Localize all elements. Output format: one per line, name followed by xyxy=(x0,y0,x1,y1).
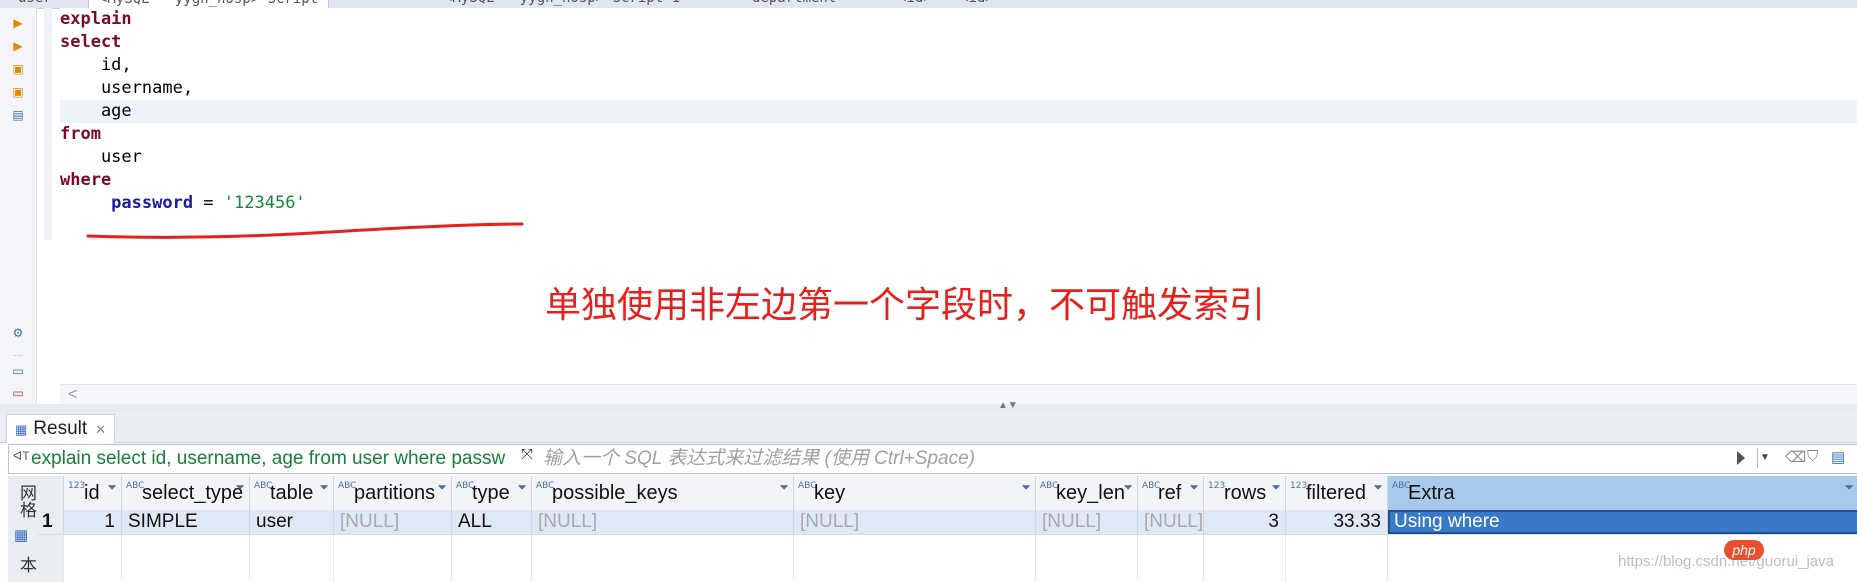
column-filter-icon[interactable]: ⏷ xyxy=(1844,480,1854,495)
column-filter-icon[interactable]: ⏷ xyxy=(1123,480,1133,495)
panel-splitter[interactable]: ▲▼ xyxy=(0,400,1857,412)
table-cell-select-type[interactable]: SIMPLE xyxy=(122,510,250,534)
row-number-header[interactable] xyxy=(38,476,64,510)
column-header-key-len[interactable]: ABC key_len ⏷ xyxy=(1036,476,1138,510)
result-grid[interactable]: 123 id ⏷ ABC select_type ⏷ ABC table ⏷ ABC partiti… xyxy=(38,476,1857,582)
empty-cell xyxy=(532,535,794,582)
table-row[interactable]: 1 1 SIMPLE user [NULL] ALL [NULL] [NULL] [NULL][… xyxy=(38,510,1857,535)
numeric-type-icon: 123 xyxy=(1290,481,1308,491)
numeric-type-icon: 123 xyxy=(68,481,86,491)
column-name: id xyxy=(84,482,100,504)
filter-bar: ᐊT explain select id, username, age from… xyxy=(8,444,1857,474)
column-header-table[interactable]: ABC table ⏷ xyxy=(250,476,334,510)
table-cell-rows[interactable]: 3 xyxy=(1204,510,1286,534)
table-cell-ref[interactable]: [NULL] xyxy=(1138,510,1204,534)
column-name: Extra xyxy=(1408,482,1455,504)
result-tab-label: Result xyxy=(33,418,88,439)
column-header-key[interactable]: ABC key ⏷ xyxy=(794,476,1036,510)
column-filter-icon[interactable]: ⏷ xyxy=(1271,480,1281,495)
view-switcher: 网格 ▦ 文本 xyxy=(8,476,61,582)
column-name: partitions xyxy=(354,482,436,504)
column-header-type[interactable]: ABC type ⏷ xyxy=(452,476,532,510)
column-filter-icon[interactable]: ⏷ xyxy=(437,480,447,495)
column-filter-icon[interactable]: ⏷ xyxy=(517,480,527,495)
column-filter-icon[interactable]: ⏷ xyxy=(107,480,117,495)
column-header-rows[interactable]: 123 rows ⏷ xyxy=(1204,476,1286,510)
column-name: filtered xyxy=(1306,482,1367,504)
close-icon[interactable]: ✕ xyxy=(95,422,106,437)
empty-cell xyxy=(1138,535,1204,582)
column-header-filtered[interactable]: 123 filtered ⏷ xyxy=(1286,476,1388,510)
table-cell-table[interactable]: user xyxy=(250,510,334,534)
empty-cell xyxy=(38,535,64,582)
grid-view-icon[interactable]: ▦ xyxy=(14,526,28,544)
tab-result[interactable]: ▦ Result ✕ xyxy=(6,414,116,443)
filter-dropdown-icon[interactable]: ▼ xyxy=(1757,448,1772,468)
column-name: table xyxy=(270,482,314,504)
table-cell-id[interactable]: 1 xyxy=(64,510,122,534)
table-cell-possible-keys[interactable]: [NULL] xyxy=(532,510,794,534)
editor-horizontal-scrollbar[interactable]: < xyxy=(60,384,1857,405)
empty-cell xyxy=(122,535,250,582)
column-name: key xyxy=(814,482,846,504)
filter-input[interactable]: 输入一个 SQL 表达式来过滤结果 (使用 Ctrl+Space) xyxy=(543,445,975,473)
column-header-select-type[interactable]: ABC select_type ⏷ xyxy=(122,476,250,510)
annotation-text: 单独使用非左边第一个字段时，不可触发索引 xyxy=(545,284,1266,325)
annotation-underline-where xyxy=(86,222,524,239)
column-name: key_len xyxy=(1056,482,1125,504)
column-header-ref[interactable]: ABC ref ⏷ xyxy=(1138,476,1204,510)
column-name: possible_keys xyxy=(552,482,678,504)
table-cell-partitions[interactable]: [NULL] xyxy=(334,510,452,534)
empty-cell xyxy=(452,535,532,582)
column-filter-icon[interactable]: ⏷ xyxy=(1373,480,1383,495)
collapse-arrows-icon[interactable]: ▲▼ xyxy=(998,400,1018,411)
empty-cell xyxy=(1204,535,1286,582)
empty-cell xyxy=(1036,535,1138,582)
column-filter-icon[interactable]: ⏷ xyxy=(1189,480,1199,495)
column-filter-icon[interactable]: ⏷ xyxy=(779,480,789,495)
column-name: ref xyxy=(1158,482,1182,504)
column-filter-icon[interactable]: ⏷ xyxy=(1021,480,1031,495)
empty-grid-area xyxy=(38,535,1857,582)
row-number-cell[interactable]: 1 xyxy=(38,510,64,534)
filter-history-icon[interactable]: ⤧ xyxy=(521,446,533,463)
empty-cell xyxy=(334,535,452,582)
empty-cell xyxy=(64,535,122,582)
column-header-partitions[interactable]: ABC partitions ⏷ xyxy=(334,476,452,510)
result-tab-bar: ▦ Result ✕ xyxy=(0,412,1857,443)
table-cell-type[interactable]: ALL xyxy=(452,510,532,534)
filter-sql-text: explain select id, username, age from us… xyxy=(31,448,506,469)
eraser-icon[interactable]: ⌫ xyxy=(1785,448,1806,466)
column-name: type xyxy=(472,482,510,504)
column-header-extra[interactable]: ABC Extra ⏷ xyxy=(1388,476,1857,510)
save-filter-icon[interactable]: ▤ xyxy=(1831,448,1845,466)
table-cell-filtered[interactable]: 33.33 xyxy=(1286,510,1388,534)
column-header-id[interactable]: 123 id ⏷ xyxy=(64,476,122,510)
empty-cell xyxy=(794,535,1036,582)
column-filter-icon[interactable]: ⏷ xyxy=(319,480,329,495)
php-badge: php xyxy=(1724,540,1764,560)
table-cell-extra[interactable]: Using where xyxy=(1388,510,1857,534)
column-filter-icon[interactable]: ⏷ xyxy=(235,480,245,495)
apply-filter-icon[interactable] xyxy=(1737,451,1745,465)
column-name: rows xyxy=(1224,482,1267,504)
scroll-left-icon[interactable]: < xyxy=(68,385,77,405)
filter-settings-icon[interactable]: ⛉ xyxy=(1807,448,1818,465)
table-cell-key-len[interactable]: [NULL] xyxy=(1036,510,1138,534)
grid-icon: ▦ xyxy=(15,422,28,437)
grid-view-tab[interactable]: 网格 xyxy=(14,484,39,518)
numeric-type-icon: 123 xyxy=(1208,481,1226,491)
column-header-possible-keys[interactable]: ABC possible_keys ⏷ xyxy=(532,476,794,510)
column-name: select_type xyxy=(142,482,244,504)
grid-header-row: 123 id ⏷ ABC select_type ⏷ ABC table ⏷ ABC partiti… xyxy=(38,476,1857,511)
filter-icon: ᐊT xyxy=(13,449,30,463)
table-cell-key[interactable]: [NULL] xyxy=(794,510,1036,534)
empty-cell xyxy=(1286,535,1388,582)
empty-cell xyxy=(250,535,334,582)
